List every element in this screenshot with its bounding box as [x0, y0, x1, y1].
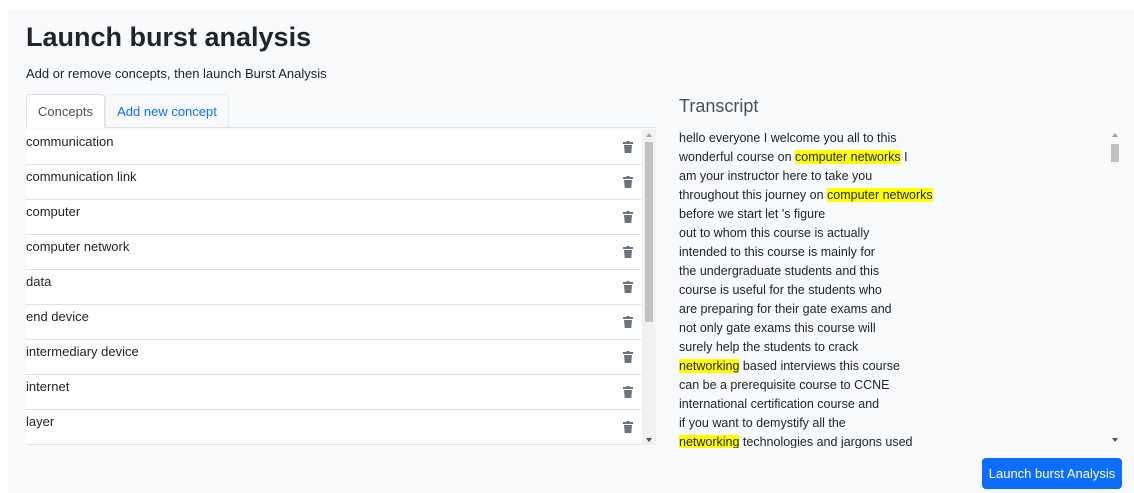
transcript-segment: can be a prerequisite course to CCNE: [679, 378, 890, 392]
concept-item: intermediary device: [26, 340, 641, 375]
transcript-line: am your instructor here to take you: [679, 168, 872, 184]
transcript-segment: am your instructor here to take you: [679, 169, 873, 183]
highlighted-concept: networking: [679, 435, 740, 448]
transcript-segment: wonderful course on: [679, 150, 796, 164]
concept-item: data: [26, 270, 641, 305]
scroll-down-arrow-icon[interactable]: [646, 438, 652, 442]
transcript-segment: if you want to demystify all the: [679, 416, 846, 430]
transcript-title: Transcript: [679, 96, 759, 116]
highlighted-concept: computer networks: [827, 188, 933, 202]
trash-icon[interactable]: [623, 421, 633, 433]
highlighted-concept: computer networks: [795, 150, 901, 164]
scrollbar-thumb[interactable]: [1111, 144, 1119, 162]
transcript-segment: course is useful for the students who: [679, 283, 882, 297]
trash-icon[interactable]: [623, 351, 633, 363]
concept-item: layer: [26, 410, 641, 445]
transcript-line: the undergraduate students and this: [679, 263, 879, 279]
transcript-line: hello everyone I welcome you all to this: [679, 130, 896, 146]
transcript-segment: intended to this course is mainly for: [679, 245, 875, 259]
transcript-line: before we start let 's figure: [679, 206, 825, 222]
trash-icon[interactable]: [623, 176, 633, 188]
concept-tabs: Concepts Add new concept: [26, 94, 656, 128]
transcript-line: networking technologies and jargons used: [679, 434, 913, 448]
transcript-segment: technologies and jargons used: [739, 435, 913, 448]
transcript-line: if you want to demystify all the: [679, 415, 846, 431]
trash-icon[interactable]: [623, 316, 633, 328]
tab-add-new-concept[interactable]: Add new concept: [105, 94, 229, 127]
concept-item: internet: [26, 375, 641, 410]
concept-item: end device: [26, 305, 641, 340]
transcript-segment: before we start let 's figure: [679, 207, 826, 221]
concept-label: communication: [26, 134, 114, 149]
trash-icon[interactable]: [623, 386, 633, 398]
transcript-segment: I: [900, 150, 908, 164]
trash-icon[interactable]: [623, 246, 633, 258]
transcript-segment: surely help the students to crack: [679, 340, 859, 354]
transcript-text: hello everyone I welcome you all to this…: [679, 130, 1099, 448]
transcript-line: networking based interviews this course: [679, 358, 900, 374]
tab-concepts[interactable]: Concepts: [26, 94, 105, 128]
concept-label: intermediary device: [26, 344, 139, 359]
trash-icon[interactable]: [623, 141, 633, 153]
scroll-up-arrow-icon[interactable]: [646, 133, 652, 137]
concept-item: computer network: [26, 235, 641, 270]
page-subtitle: Add or remove concepts, then launch Burs…: [26, 66, 327, 81]
concept-label: end device: [26, 309, 89, 324]
transcript-line: wonderful course on computer networks I: [679, 149, 908, 165]
transcript-line: are preparing for their gate exams and: [679, 301, 892, 317]
transcript-segment: not only gate exams this course will: [679, 321, 876, 335]
transcript-segment: international certification course and: [679, 397, 880, 411]
scroll-down-arrow-icon[interactable]: [1112, 438, 1118, 442]
trash-icon[interactable]: [623, 281, 633, 293]
concept-label: data: [26, 274, 52, 289]
transcript-scrollbar[interactable]: [1108, 130, 1122, 445]
transcript-segment: hello everyone I welcome you all to this: [679, 131, 897, 145]
concept-item: computer: [26, 200, 641, 235]
trash-icon[interactable]: [623, 211, 633, 223]
concept-label: internet: [26, 379, 70, 394]
transcript-line: throughout this journey on computer netw…: [679, 187, 933, 203]
transcript-line: international certification course and: [679, 396, 879, 412]
scrollbar-thumb[interactable]: [645, 142, 653, 322]
concept-list: communication communication link computer c…: [26, 130, 641, 445]
transcript-segment: the undergraduate students and this: [679, 264, 880, 278]
transcript-line: intended to this course is mainly for: [679, 244, 875, 260]
concept-label: computer: [26, 204, 81, 219]
concept-item: communication: [26, 130, 641, 165]
scroll-up-arrow-icon[interactable]: [1112, 133, 1118, 137]
concept-label: communication link: [26, 169, 137, 184]
transcript-segment: are preparing for their gate exams and: [679, 302, 892, 316]
concept-label: computer network: [26, 239, 130, 254]
concept-item: communication link: [26, 165, 641, 200]
transcript-line: out to whom this course is actually: [679, 225, 869, 241]
transcript-segment: throughout this journey on: [679, 188, 828, 202]
highlighted-concept: networking: [679, 359, 740, 373]
transcript-line: course is useful for the students who: [679, 282, 882, 298]
launch-burst-analysis-button[interactable]: Launch burst Analysis: [982, 458, 1122, 489]
transcript-segment: out to whom this course is actually: [679, 226, 870, 240]
concept-label: layer: [26, 414, 55, 429]
page-title: Launch burst analysis: [26, 22, 312, 52]
concept-list-scrollbar[interactable]: [642, 130, 656, 445]
transcript-line: surely help the students to crack: [679, 339, 858, 355]
transcript-line: not only gate exams this course will: [679, 320, 876, 336]
transcript-segment: based interviews this course: [739, 359, 900, 373]
transcript-line: can be a prerequisite course to CCNE: [679, 377, 890, 393]
